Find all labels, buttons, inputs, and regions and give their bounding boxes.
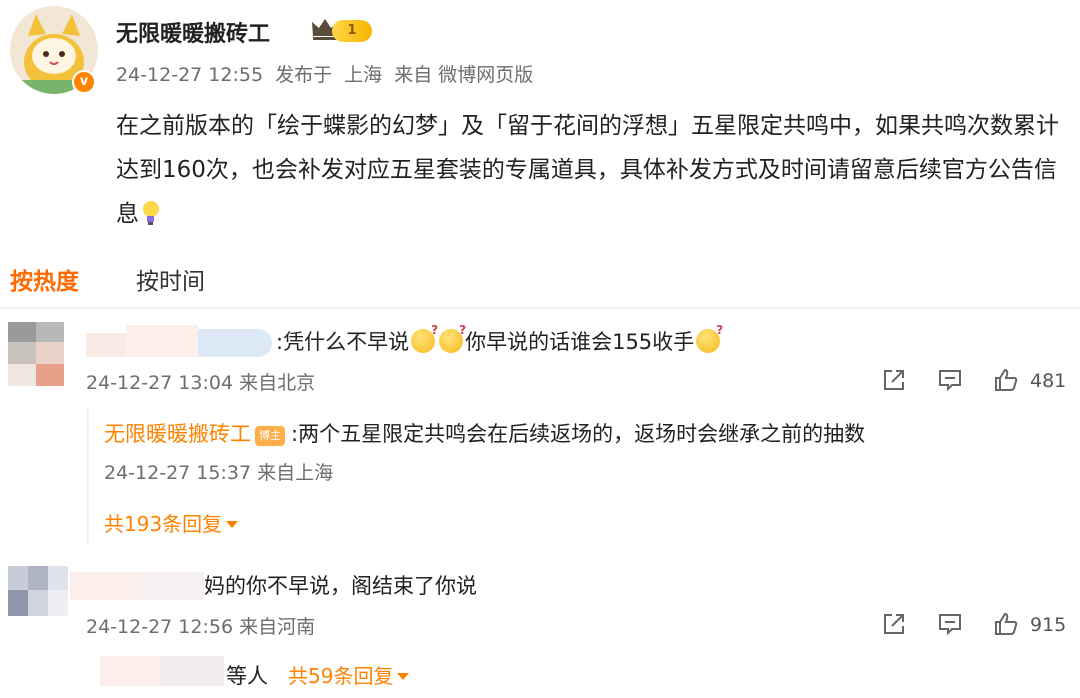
post-meta: 24-12-27 12:55 发布于 上海 来自 微博网页版 [116,60,539,87]
reply-body: :两个五星限定共鸣会在后续返场的，返场时会继承之前的抽数 [291,422,866,446]
share-icon[interactable] [880,366,908,394]
divider [0,307,1080,309]
comment-avatar-blurred[interactable] [8,322,64,386]
more-replies-label: 共193条回复 [104,512,223,536]
reply-username-blurred[interactable] [100,652,224,686]
tab-sort-time[interactable]: 按时间 [136,262,205,296]
confused-emoji-icon [439,323,466,353]
reply-text: 无限暖暖搬砖工 博主 :两个五星限定共鸣会在后续返场的，返场时会继承之前的抽数 [104,418,865,448]
comment-username-blurred[interactable] [70,568,204,600]
like-count: 915 [1030,614,1067,636]
tab-sort-hot[interactable]: 按热度 [10,262,79,296]
caret-down-icon [226,521,239,528]
comment-meta: 24-12-27 13:04 来自北京 [86,368,315,395]
post-body-text: 在之前版本的「绘于蝶影的幻梦」及「留于花间的浮想」五星限定共鸣中，如果共鸣次数累… [116,113,1059,227]
more-replies-label: 共59条回复 [288,664,394,688]
more-replies-link[interactable]: 共193条回复 [104,508,239,537]
comment-icon[interactable] [936,366,964,394]
like-count: 481 [1030,370,1067,392]
comment-location: 来自河南 [239,616,316,638]
post-source: 来自 微博网页版 [394,64,534,86]
share-icon[interactable] [880,610,908,638]
post-author-name[interactable]: 无限暖暖搬砖工 [116,16,270,48]
reply-location: 来自上海 [257,462,334,484]
comment-text-part1: :凭什么不早说 [276,330,410,354]
verified-badge: v [72,70,96,94]
lightbulb-emoji-icon [143,201,159,225]
confused-emoji-icon [411,323,438,353]
more-replies-link[interactable]: 共59条回复 [288,660,410,689]
comment-text: :凭什么不早说 你早说的话谁会155收手 [276,323,723,356]
caret-down-icon [397,673,410,680]
confused-emoji-icon [696,323,723,353]
comment-avatar-blurred[interactable] [8,566,68,616]
comment-icon[interactable] [936,610,964,638]
post-timestamp[interactable]: 24-12-27 12:55 [116,64,263,86]
like-icon[interactable] [992,610,1020,638]
comment-location: 来自北京 [239,372,316,394]
reply-others-label: 等人 [226,664,268,688]
post-posted-at: 发布于 [275,64,333,86]
post-body: 在之前版本的「绘于蝶影的幻梦」及「留于花间的浮想」五星限定共鸣中，如果共鸣次数累… [116,104,1064,236]
reply-timestamp: 24-12-27 15:37 [104,462,252,484]
comment-meta: 24-12-27 12:56 来自河南 [86,612,315,639]
comment-timestamp: 24-12-27 12:56 [86,616,234,638]
author-tag-badge: 博主 [255,426,285,446]
post-location: 上海 [344,64,383,86]
comment-timestamp: 24-12-27 13:04 [86,372,234,394]
comment-text: 妈的你不早说，阁结束了你说 [204,574,477,598]
reply-meta: 24-12-27 15:37 来自上海 [104,458,333,485]
comment-username-blurred[interactable] [86,325,276,357]
like-icon[interactable] [992,366,1020,394]
level-badge: 1 [332,20,372,42]
reply-author-name[interactable]: 无限暖暖搬砖工 [104,422,251,446]
comment-text-part2: 你早说的话谁会155收手 [465,330,695,354]
